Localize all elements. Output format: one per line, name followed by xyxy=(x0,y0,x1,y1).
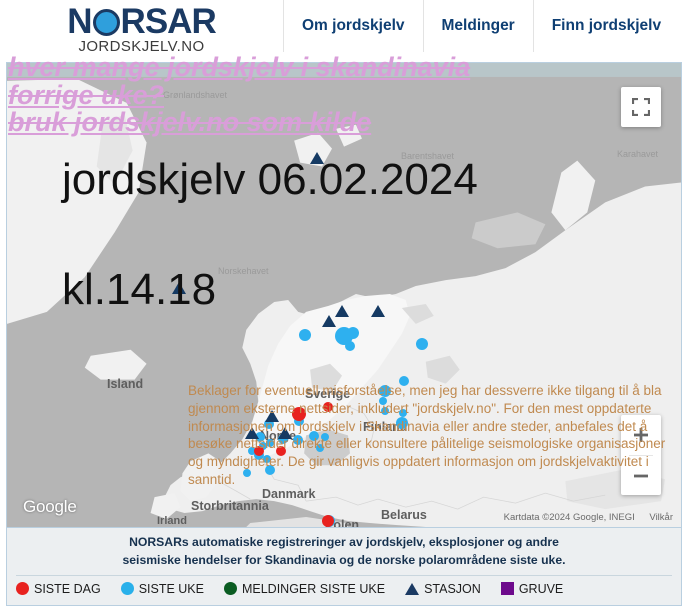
legend-item-siste-uke[interactable]: SISTE UKE xyxy=(120,581,204,596)
marker-quake-week[interactable] xyxy=(416,338,428,350)
legend-label: SISTE UKE xyxy=(138,581,204,596)
google-watermark: Google xyxy=(23,497,77,516)
site-header: N RSAR JORDSKJELV.NO Om jordskjelv Meldin… xyxy=(0,0,688,55)
terms-link[interactable]: Vilkår xyxy=(649,512,673,523)
marker-station[interactable] xyxy=(371,305,385,317)
marker-station[interactable] xyxy=(322,315,336,327)
legend-swatch-circle-green xyxy=(223,582,237,596)
legend-swatch-circle-red xyxy=(16,582,29,596)
map-legend: SISTE DAG SISTE UKE MELDINGER SISTE UKE … xyxy=(16,574,672,596)
marker-quake-day[interactable] xyxy=(322,515,334,527)
logo-letters-rsar: RSAR xyxy=(120,2,217,41)
country-label: Storbritannia xyxy=(191,499,269,513)
norsar-logo[interactable]: N RSAR JORDSKJELV.NO xyxy=(0,0,283,55)
legend-label: MELDINGER SISTE UKE xyxy=(241,581,386,596)
legend-item-siste-dag[interactable]: SISTE DAG xyxy=(16,582,101,596)
caption-text: NORSARs automatiske registreringer av jo… xyxy=(123,528,566,570)
nav-item-om-jordskjelv[interactable]: Om jordskjelv xyxy=(283,0,423,52)
legend-label: GRUVE xyxy=(518,581,564,596)
legend-swatch-square-purple xyxy=(500,582,514,596)
map-attribution: Kartdata ©2024 Google, INEGI Vilkår xyxy=(504,512,673,523)
legend-item-stasjon[interactable]: STASJON xyxy=(405,582,481,596)
marker-quake-week[interactable] xyxy=(299,329,311,341)
logo-circle-o xyxy=(92,9,120,36)
country-label: Irland xyxy=(157,515,187,527)
marker-quake-week[interactable] xyxy=(345,341,355,351)
marker-quake-week[interactable] xyxy=(347,327,359,339)
country-label: Belarus xyxy=(381,508,427,522)
fullscreen-icon[interactable] xyxy=(621,87,661,127)
nav-item-meldinger[interactable]: Meldinger xyxy=(422,0,533,52)
legend-swatch-triangle xyxy=(405,582,420,595)
logo-subtitle: JORDSKJELV.NO xyxy=(78,38,205,55)
marker-station[interactable] xyxy=(335,305,349,317)
headline-time: kl.14.18 xyxy=(62,265,217,314)
legend-swatch-circle-blue xyxy=(120,582,134,596)
logo-wordmark: N RSAR xyxy=(67,2,217,41)
legend-item-gruve[interactable]: GRUVE xyxy=(500,581,564,596)
headline-date: jordskjelv 06.02.2024 xyxy=(62,155,478,204)
caption-line-1: NORSARs automatiske registreringer av jo… xyxy=(129,535,559,549)
assistant-disclaimer-text: Beklager for eventuell misforståelse, me… xyxy=(188,383,666,488)
country-label: Danmark xyxy=(262,487,316,501)
main-navigation: Om jordskjelv Meldinger Finn jordskjelv xyxy=(283,0,688,55)
attribution-text: Kartdata ©2024 Google, INEGI xyxy=(503,512,635,523)
sea-label: Karahavet xyxy=(617,149,659,159)
fullscreen-glyph xyxy=(632,98,650,116)
logo-letter-n: N xyxy=(67,2,92,41)
nav-item-finn-jordskjelv[interactable]: Finn jordskjelv xyxy=(532,0,679,52)
legend-label: SISTE DAG xyxy=(34,581,101,596)
country-label: Island xyxy=(107,377,144,391)
legend-label: STASJON xyxy=(424,581,481,596)
caption-line-2: seismiske hendelser for Skandinavia og d… xyxy=(122,553,566,568)
legend-item-meldinger-siste-uke[interactable]: MELDINGER SISTE UKE xyxy=(223,581,386,596)
sea-label: Grønlandshavet xyxy=(163,90,228,100)
map-caption-panel: NORSARs automatiske registreringer av jo… xyxy=(6,528,682,606)
sea-label: Norskehavet xyxy=(218,266,269,276)
